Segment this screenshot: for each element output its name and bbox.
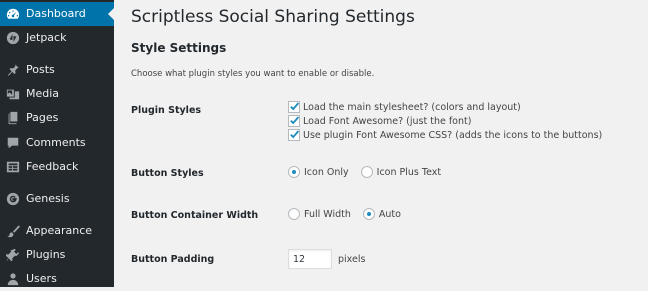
sidebar-item-label: Posts	[26, 63, 55, 76]
container-width-radio-group: Full Width Auto	[288, 207, 413, 221]
sidebar-item-posts[interactable]: Posts	[0, 58, 114, 82]
sidebar-item-label: Pages	[26, 111, 59, 124]
plugin-styles-label: Plugin Styles	[131, 105, 202, 116]
icon-only-radio[interactable]	[288, 166, 300, 178]
sidebar-item-dashboard[interactable]: Dashboard	[0, 2, 114, 26]
pushpin-icon	[6, 63, 20, 77]
load-font-awesome-checkbox[interactable]	[288, 115, 300, 127]
icon-plus-text-radio[interactable]	[360, 166, 373, 178]
radio-label[interactable]: Icon Plus Text	[377, 167, 441, 178]
checkmark-icon	[290, 130, 300, 139]
button-padding-input[interactable]	[288, 249, 332, 269]
genesis-icon	[6, 192, 20, 206]
load-main-stylesheet-option[interactable]: Load the main stylesheet? (colors and la…	[288, 101, 521, 113]
radio-label[interactable]: Full Width	[304, 209, 351, 220]
button-styles-radio-group: Icon Only Icon Plus Text	[288, 165, 453, 179]
checkbox-label: Load Font Awesome? (just the font)	[303, 115, 472, 127]
pages-icon	[6, 111, 20, 125]
use-font-awesome-css-option[interactable]: Use plugin Font Awesome CSS? (adds the i…	[288, 129, 602, 141]
button-styles-label: Button Styles	[131, 168, 204, 179]
sidebar-item-label: Plugins	[26, 248, 66, 261]
checkmark-icon	[290, 102, 300, 111]
auto-width-radio[interactable]	[362, 208, 375, 220]
sidebar-item-feedback[interactable]: Feedback	[0, 155, 114, 179]
sidebar-item-media[interactable]: Media	[0, 82, 114, 106]
sidebar-item-label: Jetpack	[26, 31, 67, 44]
section-title: Style Settings	[131, 41, 227, 55]
use-font-awesome-css-checkbox[interactable]	[288, 129, 300, 141]
sidebar-item-users[interactable]: Users	[0, 267, 114, 291]
section-description: Choose what plugin styles you want to en…	[131, 69, 375, 79]
load-font-awesome-option[interactable]: Load Font Awesome? (just the font)	[288, 115, 471, 127]
sidebar-item-label: Genesis	[26, 192, 70, 205]
sidebar-item-label: Users	[26, 272, 57, 285]
sidebar-item-appearance[interactable]: Appearance	[0, 219, 114, 243]
sidebar-item-label: Comments	[26, 136, 86, 149]
radio-label[interactable]: Icon Only	[304, 167, 349, 178]
full-width-radio[interactable]	[288, 208, 300, 220]
admin-sidebar: Dashboard Jetpack Posts Media Pages Comm…	[0, 0, 114, 287]
sidebar-item-comments[interactable]: Comments	[0, 131, 114, 155]
sidebar-item-label: Appearance	[26, 224, 93, 237]
plugins-icon	[6, 248, 20, 262]
sidebar-item-label: Dashboard	[26, 7, 86, 20]
sidebar-item-pages[interactable]: Pages	[0, 106, 114, 130]
load-main-stylesheet-checkbox[interactable]	[288, 101, 300, 113]
sidebar-item-genesis[interactable]: Genesis	[0, 187, 114, 211]
jetpack-icon	[6, 31, 20, 45]
appearance-icon	[6, 224, 20, 238]
page-title: Scriptless Social Sharing Settings	[131, 7, 415, 27]
sidebar-item-label: Feedback	[26, 160, 79, 173]
sidebar-item-plugins[interactable]: Plugins	[0, 243, 114, 267]
checkmark-icon	[290, 116, 300, 125]
sidebar-item-label: Media	[26, 87, 60, 100]
checkbox-label: Load the main stylesheet? (colors and la…	[303, 101, 521, 113]
users-icon	[6, 272, 20, 286]
media-icon	[6, 87, 20, 101]
feedback-icon	[6, 160, 20, 174]
dashboard-icon	[6, 7, 20, 21]
button-container-width-label: Button Container Width	[131, 210, 259, 221]
sidebar-item-jetpack[interactable]: Jetpack	[0, 26, 114, 50]
checkbox-label: Use plugin Font Awesome CSS? (adds the i…	[303, 129, 603, 141]
comments-icon	[6, 136, 20, 150]
settings-main: Scriptless Social Sharing Settings Style…	[114, 0, 648, 287]
radio-label[interactable]: Auto	[379, 209, 401, 220]
button-padding-unit: pixels	[338, 254, 366, 265]
button-padding-label: Button Padding	[131, 254, 215, 265]
